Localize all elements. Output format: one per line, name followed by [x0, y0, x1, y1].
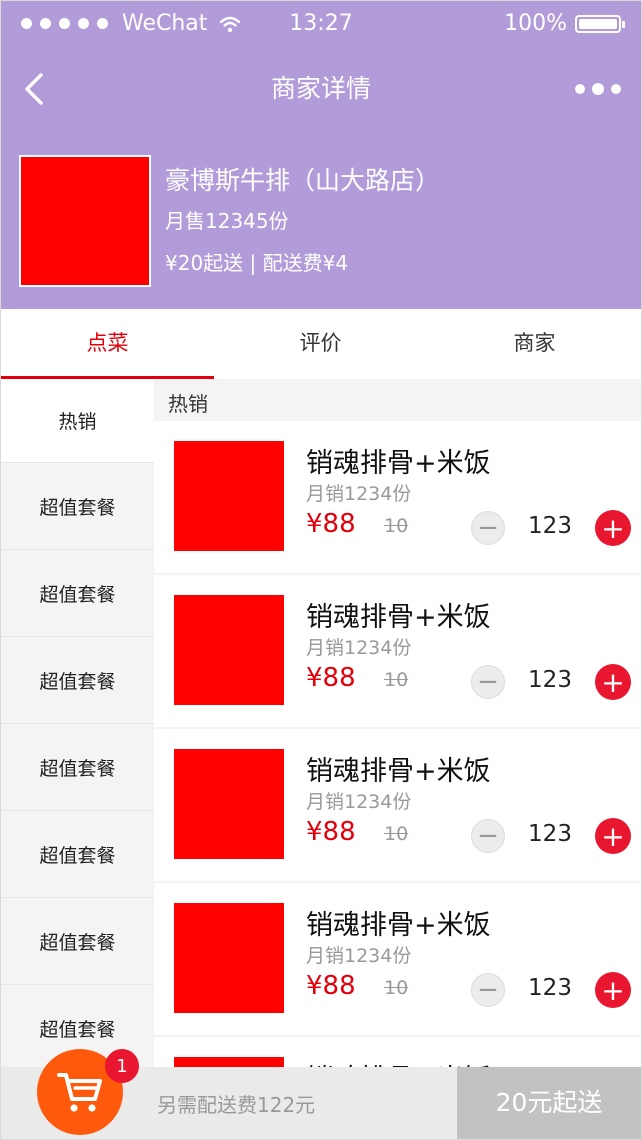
category-sidebar: 热销 超值套餐 超值套餐 超值套餐 超值套餐 超值套餐 超值套餐 超值套餐: [1, 379, 154, 1079]
page-title: 商家详情: [270, 74, 371, 103]
battery-icon: [575, 14, 625, 33]
sidebar-item-combo[interactable]: 超值套餐: [1, 898, 154, 985]
app-frame: WeChat 13:27 100% 商家详情 豪博斯牛排（山大路店） 月售123…: [0, 0, 642, 1140]
checkout-button[interactable]: 20元起送: [457, 1067, 641, 1139]
dish-sales: 月销1234份: [306, 945, 412, 967]
minus-icon[interactable]: −: [471, 665, 505, 699]
plus-icon[interactable]: +: [595, 510, 631, 546]
cart-icon: [57, 1073, 102, 1112]
dish-image: [174, 595, 284, 705]
sidebar-item-combo[interactable]: 超值套餐: [1, 811, 154, 898]
dish-image: [174, 749, 284, 859]
dish-sales: 月销1234份: [306, 637, 412, 659]
cart-count-badge: 1: [105, 1049, 139, 1083]
shop-image: [19, 155, 151, 287]
dish-quantity: 123: [528, 975, 572, 1001]
sidebar-item-combo[interactable]: 超值套餐: [1, 463, 154, 550]
shop-monthly-sales: 月售12345份: [165, 209, 289, 233]
status-right: 100%: [504, 11, 625, 36]
dish-old-price: 10: [384, 669, 409, 691]
dish-image: [174, 441, 284, 551]
dish-card: 销魂排骨+米饭 月销1234份 ¥88 10 − 123 +: [154, 883, 641, 1035]
nav-bar: 商家详情: [1, 61, 641, 113]
dish-price: ¥88: [306, 817, 356, 847]
dish-sales: 月销1234份: [306, 791, 412, 813]
sidebar-item-combo[interactable]: 超值套餐: [1, 550, 154, 637]
tab-order[interactable]: 点菜: [1, 309, 214, 379]
plus-icon[interactable]: +: [595, 972, 631, 1008]
dish-image: [174, 903, 284, 1013]
dish-quantity: 123: [528, 821, 572, 847]
dish-sales: 月销1234份: [306, 483, 412, 505]
tab-merchant[interactable]: 商家: [428, 309, 641, 379]
minus-icon[interactable]: −: [471, 973, 505, 1007]
dish-old-price: 10: [384, 823, 409, 845]
status-bar: WeChat 13:27 100%: [1, 7, 641, 41]
plus-icon[interactable]: +: [595, 664, 631, 700]
dish-name: 销魂排骨+米饭: [306, 910, 491, 941]
dish-old-price: 10: [384, 977, 409, 999]
minus-icon[interactable]: −: [471, 819, 505, 853]
dish-quantity: 123: [528, 513, 572, 539]
dish-name: 销魂排骨+米饭: [306, 602, 491, 633]
sidebar-item-combo[interactable]: 超值套餐: [1, 724, 154, 811]
section-title: 热销: [168, 392, 208, 416]
shop-name: 豪博斯牛排（山大路店）: [165, 166, 441, 195]
delivery-fee-note: 另需配送费122元: [157, 1093, 316, 1117]
battery-percent: 100%: [504, 11, 567, 36]
dish-name: 销魂排骨+米饭: [306, 756, 491, 787]
shop-delivery-info: ¥20起送 | 配送费¥4: [165, 251, 349, 275]
dish-quantity: 123: [528, 667, 572, 693]
more-icon[interactable]: [575, 75, 621, 103]
sidebar-item-combo[interactable]: 超值套餐: [1, 637, 154, 724]
header: WeChat 13:27 100% 商家详情 豪博斯牛排（山大路店） 月售123…: [1, 1, 641, 309]
tab-bar: 点菜 评价 商家: [1, 309, 641, 380]
dish-old-price: 10: [384, 515, 409, 537]
tab-reviews[interactable]: 评价: [214, 309, 427, 379]
dish-card: 销魂排骨+米饭 月销1234份 ¥88 10 − 123 +: [154, 575, 641, 727]
dish-list: 热销 销魂排骨+米饭 月销1234份 ¥88 10 − 123 + 销魂排骨+米…: [154, 379, 641, 1079]
dish-price: ¥88: [306, 663, 356, 693]
dish-card: 销魂排骨+米饭 月销1234份 ¥88 10 − 123 +: [154, 729, 641, 881]
dish-name: 销魂排骨+米饭: [306, 448, 491, 479]
plus-icon[interactable]: +: [595, 818, 631, 854]
minus-icon[interactable]: −: [471, 511, 505, 545]
sidebar-item-hot[interactable]: 热销: [1, 379, 154, 463]
dish-price: ¥88: [306, 971, 356, 1001]
dish-card: 销魂排骨+米饭 月销1234份 ¥88 10 − 123 +: [154, 421, 641, 573]
dish-price: ¥88: [306, 509, 356, 539]
